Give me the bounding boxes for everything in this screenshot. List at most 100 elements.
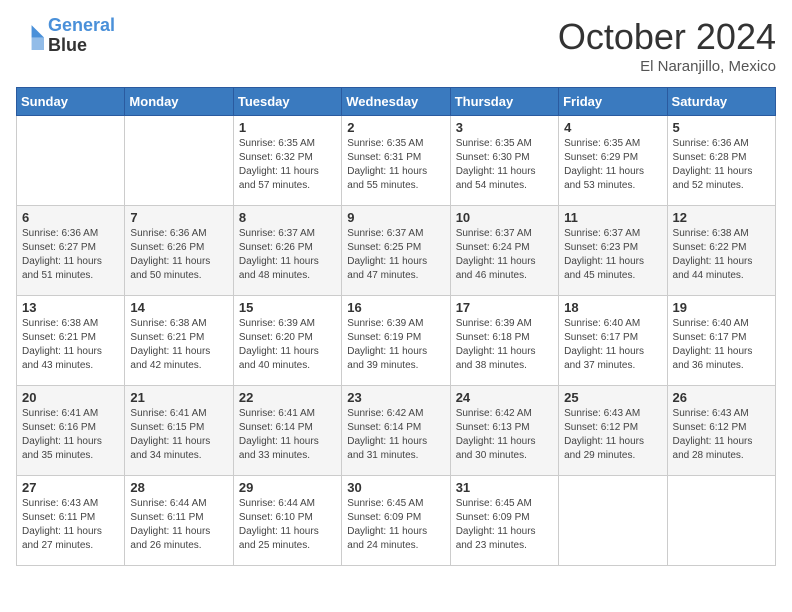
- day-number: 24: [456, 390, 553, 405]
- week-row-4: 20Sunrise: 6:41 AMSunset: 6:16 PMDayligh…: [17, 386, 776, 476]
- week-row-2: 6 Sunrise: 6:36 AMSunset: 6:27 PMDaylight…: [17, 206, 776, 296]
- day-number: 28: [130, 480, 227, 495]
- day-number: 18: [564, 300, 661, 315]
- day-number: 7: [130, 210, 227, 225]
- day-cell: 5 Sunrise: 6:36 AMSunset: 6:28 PMDaylight…: [667, 116, 775, 206]
- day-number: 9: [347, 210, 444, 225]
- day-cell: 12 Sunrise: 6:38 AMSunset: 6:22 PMDayligh…: [667, 206, 775, 296]
- day-info: Sunrise: 6:35 AMSunset: 6:31 PMDaylight:…: [347, 137, 444, 193]
- day-info: Sunrise: 6:42 AMSunset: 6:13 PMDaylight:…: [456, 407, 553, 463]
- calendar-table: SundayMondayTuesdayWednesdayThursdayFrid…: [16, 87, 776, 566]
- location: El Naranjillo, Mexico: [558, 58, 776, 75]
- day-cell: 13 Sunrise: 6:38 AMSunset: 6:21 PMDayligh…: [17, 296, 125, 386]
- day-info: Sunrise: 6:40 AMSunset: 6:17 PMDaylight:…: [564, 317, 661, 373]
- day-number: 5: [673, 120, 770, 135]
- day-number: 31: [456, 480, 553, 495]
- week-row-1: 1 Sunrise: 6:35 AMSunset: 6:32 PMDaylight…: [17, 116, 776, 206]
- day-cell: 20Sunrise: 6:41 AMSunset: 6:16 PMDayligh…: [17, 386, 125, 476]
- day-cell: 2Sunrise: 6:35 AMSunset: 6:31 PMDaylight…: [342, 116, 450, 206]
- week-row-5: 27 Sunrise: 6:43 AMSunset: 6:11 PMDayligh…: [17, 476, 776, 566]
- day-info: Sunrise: 6:41 AMSunset: 6:15 PMDaylight:…: [130, 407, 227, 463]
- day-info: Sunrise: 6:38 AMSunset: 6:21 PMDaylight:…: [22, 317, 119, 373]
- day-cell: 10Sunrise: 6:37 AMSunset: 6:24 PMDayligh…: [450, 206, 558, 296]
- day-info: Sunrise: 6:36 AMSunset: 6:27 PMDaylight:…: [22, 227, 119, 283]
- day-number: 29: [239, 480, 336, 495]
- day-cell: 25Sunrise: 6:43 AMSunset: 6:12 PMDayligh…: [559, 386, 667, 476]
- day-number: 6: [22, 210, 119, 225]
- header-row: SundayMondayTuesdayWednesdayThursdayFrid…: [17, 88, 776, 116]
- day-info: Sunrise: 6:37 AMSunset: 6:24 PMDaylight:…: [456, 227, 553, 283]
- day-number: 13: [22, 300, 119, 315]
- day-cell: 26 Sunrise: 6:43 AMSunset: 6:12 PMDayligh…: [667, 386, 775, 476]
- day-cell: 11 Sunrise: 6:37 AMSunset: 6:23 PMDayligh…: [559, 206, 667, 296]
- day-cell: [667, 476, 775, 566]
- day-cell: 17 Sunrise: 6:39 AMSunset: 6:18 PMDayligh…: [450, 296, 558, 386]
- day-cell: 29 Sunrise: 6:44 AMSunset: 6:10 PMDayligh…: [233, 476, 341, 566]
- day-number: 14: [130, 300, 227, 315]
- day-number: 11: [564, 210, 661, 225]
- day-cell: [125, 116, 233, 206]
- day-info: Sunrise: 6:35 AMSunset: 6:30 PMDaylight:…: [456, 137, 553, 193]
- day-cell: 21 Sunrise: 6:41 AMSunset: 6:15 PMDayligh…: [125, 386, 233, 476]
- day-cell: 28 Sunrise: 6:44 AMSunset: 6:11 PMDayligh…: [125, 476, 233, 566]
- day-info: Sunrise: 6:35 AMSunset: 6:32 PMDaylight:…: [239, 137, 336, 193]
- calendar-body: 1 Sunrise: 6:35 AMSunset: 6:32 PMDaylight…: [17, 116, 776, 566]
- day-info: Sunrise: 6:36 AMSunset: 6:28 PMDaylight:…: [673, 137, 770, 193]
- header-day-wednesday: Wednesday: [342, 88, 450, 116]
- day-cell: 1 Sunrise: 6:35 AMSunset: 6:32 PMDaylight…: [233, 116, 341, 206]
- day-cell: 24 Sunrise: 6:42 AMSunset: 6:13 PMDayligh…: [450, 386, 558, 476]
- week-row-3: 13 Sunrise: 6:38 AMSunset: 6:21 PMDayligh…: [17, 296, 776, 386]
- day-cell: 8 Sunrise: 6:37 AMSunset: 6:26 PMDaylight…: [233, 206, 341, 296]
- day-info: Sunrise: 6:38 AMSunset: 6:22 PMDaylight:…: [673, 227, 770, 283]
- day-info: Sunrise: 6:39 AMSunset: 6:20 PMDaylight:…: [239, 317, 336, 373]
- day-info: Sunrise: 6:44 AMSunset: 6:10 PMDaylight:…: [239, 497, 336, 553]
- day-number: 3: [456, 120, 553, 135]
- day-number: 22: [239, 390, 336, 405]
- day-cell: [559, 476, 667, 566]
- day-number: 30: [347, 480, 444, 495]
- header-day-saturday: Saturday: [667, 88, 775, 116]
- day-number: 15: [239, 300, 336, 315]
- day-info: Sunrise: 6:42 AMSunset: 6:14 PMDaylight:…: [347, 407, 444, 463]
- day-cell: 3 Sunrise: 6:35 AMSunset: 6:30 PMDaylight…: [450, 116, 558, 206]
- day-number: 12: [673, 210, 770, 225]
- day-info: Sunrise: 6:37 AMSunset: 6:25 PMDaylight:…: [347, 227, 444, 283]
- day-cell: 27 Sunrise: 6:43 AMSunset: 6:11 PMDayligh…: [17, 476, 125, 566]
- day-number: 17: [456, 300, 553, 315]
- day-info: Sunrise: 6:40 AMSunset: 6:17 PMDaylight:…: [673, 317, 770, 373]
- logo-text: General Blue: [48, 16, 115, 56]
- day-number: 4: [564, 120, 661, 135]
- day-info: Sunrise: 6:39 AMSunset: 6:18 PMDaylight:…: [456, 317, 553, 373]
- day-number: 23: [347, 390, 444, 405]
- day-cell: 22Sunrise: 6:41 AMSunset: 6:14 PMDayligh…: [233, 386, 341, 476]
- day-info: Sunrise: 6:43 AMSunset: 6:12 PMDaylight:…: [673, 407, 770, 463]
- day-cell: 4 Sunrise: 6:35 AMSunset: 6:29 PMDaylight…: [559, 116, 667, 206]
- day-info: Sunrise: 6:45 AMSunset: 6:09 PMDaylight:…: [347, 497, 444, 553]
- header-day-monday: Monday: [125, 88, 233, 116]
- day-info: Sunrise: 6:37 AMSunset: 6:26 PMDaylight:…: [239, 227, 336, 283]
- day-info: Sunrise: 6:39 AMSunset: 6:19 PMDaylight:…: [347, 317, 444, 373]
- day-number: 27: [22, 480, 119, 495]
- logo-icon: [16, 22, 44, 50]
- day-number: 8: [239, 210, 336, 225]
- day-cell: 30 Sunrise: 6:45 AMSunset: 6:09 PMDayligh…: [342, 476, 450, 566]
- logo: General Blue: [16, 16, 115, 56]
- day-number: 1: [239, 120, 336, 135]
- day-cell: [17, 116, 125, 206]
- title-block: October 2024 El Naranjillo, Mexico: [558, 16, 776, 75]
- header-day-tuesday: Tuesday: [233, 88, 341, 116]
- day-cell: 19Sunrise: 6:40 AMSunset: 6:17 PMDayligh…: [667, 296, 775, 386]
- day-number: 26: [673, 390, 770, 405]
- day-info: Sunrise: 6:45 AMSunset: 6:09 PMDaylight:…: [456, 497, 553, 553]
- day-cell: 31 Sunrise: 6:45 AMSunset: 6:09 PMDayligh…: [450, 476, 558, 566]
- day-cell: 7Sunrise: 6:36 AMSunset: 6:26 PMDaylight…: [125, 206, 233, 296]
- day-info: Sunrise: 6:35 AMSunset: 6:29 PMDaylight:…: [564, 137, 661, 193]
- day-info: Sunrise: 6:37 AMSunset: 6:23 PMDaylight:…: [564, 227, 661, 283]
- day-cell: 15 Sunrise: 6:39 AMSunset: 6:20 PMDayligh…: [233, 296, 341, 386]
- header-day-thursday: Thursday: [450, 88, 558, 116]
- day-info: Sunrise: 6:43 AMSunset: 6:11 PMDaylight:…: [22, 497, 119, 553]
- day-info: Sunrise: 6:44 AMSunset: 6:11 PMDaylight:…: [130, 497, 227, 553]
- day-info: Sunrise: 6:38 AMSunset: 6:21 PMDaylight:…: [130, 317, 227, 373]
- day-number: 21: [130, 390, 227, 405]
- header-day-friday: Friday: [559, 88, 667, 116]
